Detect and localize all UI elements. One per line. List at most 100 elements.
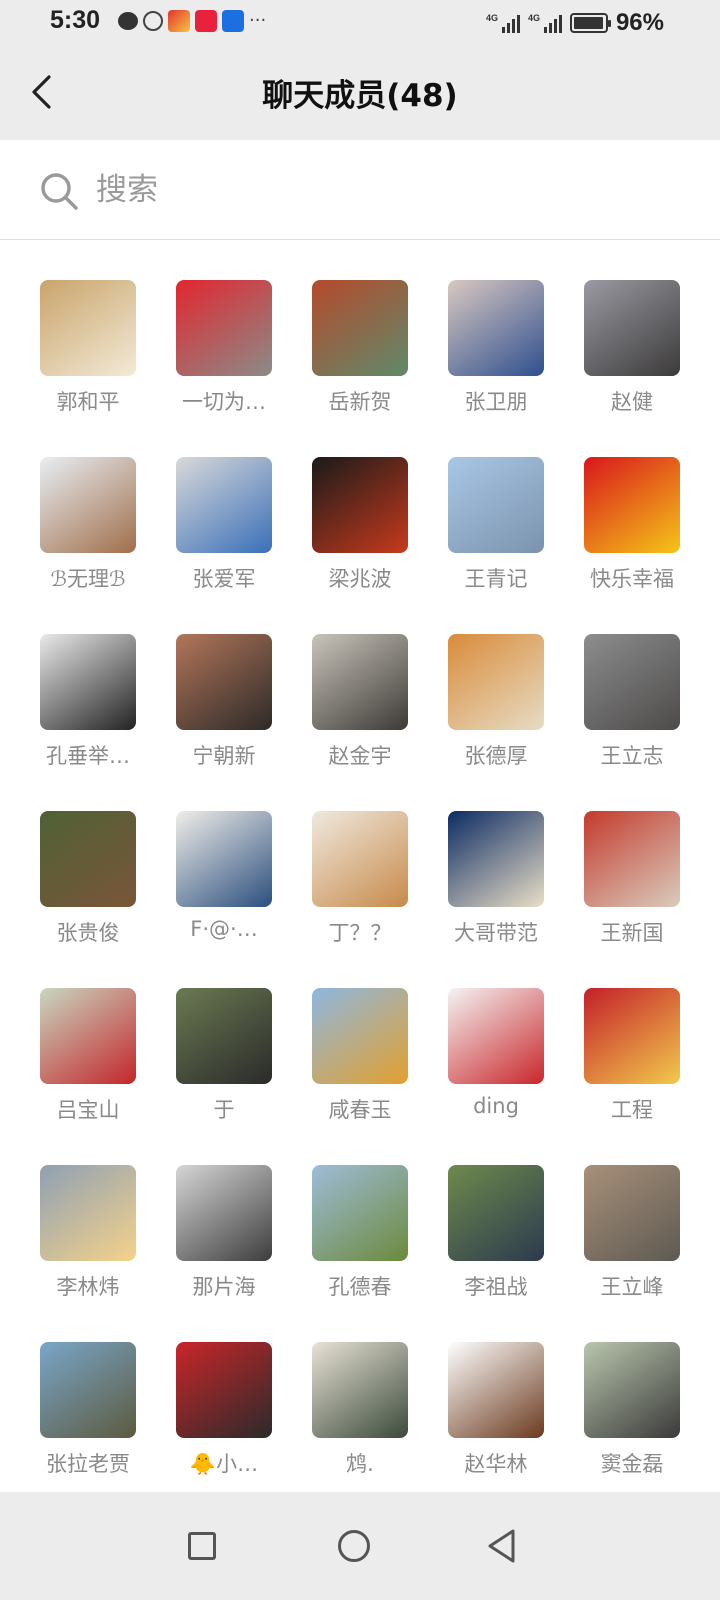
- member-name: 张德厚: [464, 744, 528, 768]
- avatar: [448, 634, 544, 730]
- avatar: [176, 457, 272, 553]
- member-item[interactable]: 王新国: [564, 811, 700, 988]
- avatar: [312, 280, 408, 376]
- member-name: 那片海: [192, 1275, 256, 1299]
- status-time: 5:30: [50, 6, 101, 34]
- avatar: [448, 1165, 544, 1261]
- member-name: 王立志: [600, 744, 664, 768]
- avatar: [176, 280, 272, 376]
- member-name: 李林炜: [56, 1275, 120, 1299]
- member-name: 大哥带范: [454, 921, 538, 945]
- avatar: [448, 1342, 544, 1438]
- avatar: [176, 634, 272, 730]
- member-item[interactable]: 张德厚: [428, 634, 564, 811]
- avatar: [40, 1342, 136, 1438]
- member-name: 咸春玉: [328, 1098, 392, 1122]
- avatar: [312, 811, 408, 907]
- battery-fill: [573, 17, 603, 29]
- avatar: [40, 457, 136, 553]
- signal-icon: 4G: [528, 13, 562, 33]
- member-name: 张拉老贾: [46, 1452, 130, 1476]
- member-item[interactable]: 张贵俊: [20, 811, 156, 988]
- avatar: [448, 811, 544, 907]
- member-item[interactable]: 宁朝新: [156, 634, 292, 811]
- triangle-back-icon: [488, 1529, 515, 1563]
- member-name: 鸩.: [346, 1452, 374, 1476]
- member-item[interactable]: 吕宝山: [20, 988, 156, 1165]
- member-name: 张卫朋: [464, 390, 528, 414]
- member-name: 赵金宇: [328, 744, 392, 768]
- member-name: 🐥小…: [189, 1452, 259, 1476]
- member-name: 王新国: [600, 921, 664, 945]
- status-bar: 5:30 ··· 4G 4G 96%: [0, 0, 720, 44]
- member-item[interactable]: 王立峰: [564, 1165, 700, 1342]
- member-name: 吕宝山: [56, 1098, 120, 1122]
- member-name: 于: [213, 1098, 235, 1122]
- recent-apps-button[interactable]: [170, 1514, 234, 1578]
- avatar: [584, 457, 680, 553]
- avatar: [312, 634, 408, 730]
- avatar: [176, 811, 272, 907]
- member-name: 宁朝新: [192, 744, 256, 768]
- avatar: [176, 1165, 272, 1261]
- member-name: 张爱军: [192, 567, 256, 591]
- loading-ring-icon: [143, 11, 163, 31]
- member-item[interactable]: 孔德春: [292, 1165, 428, 1342]
- member-item[interactable]: 那片海: [156, 1165, 292, 1342]
- member-name: 赵华林: [464, 1452, 528, 1476]
- avatar: [448, 988, 544, 1084]
- member-item[interactable]: ding: [428, 988, 564, 1165]
- member-item[interactable]: F·@·…: [156, 811, 292, 988]
- avatar: [312, 988, 408, 1084]
- avatar: [176, 988, 272, 1084]
- member-item[interactable]: 赵金宇: [292, 634, 428, 811]
- back-nav-button[interactable]: [470, 1514, 534, 1578]
- avatar: [584, 1342, 680, 1438]
- member-item[interactable]: 李林炜: [20, 1165, 156, 1342]
- avatar: [40, 280, 136, 376]
- avatar: [40, 634, 136, 730]
- member-name: 王青记: [464, 567, 528, 591]
- member-item[interactable]: 一切为…: [156, 280, 292, 457]
- member-item[interactable]: 孔垂举…: [20, 634, 156, 811]
- avatar: [584, 1165, 680, 1261]
- avatar: [40, 811, 136, 907]
- avatar: [584, 634, 680, 730]
- home-button[interactable]: [322, 1514, 386, 1578]
- nav-header: 聊天成员(48): [0, 44, 720, 140]
- avatar: [312, 1342, 408, 1438]
- member-item[interactable]: 岳新贺: [292, 280, 428, 457]
- member-item[interactable]: 快乐幸福: [564, 457, 700, 634]
- member-item[interactable]: ℬ无理ℬ: [20, 457, 156, 634]
- member-item[interactable]: 于: [156, 988, 292, 1165]
- member-item[interactable]: 丁？？: [292, 811, 428, 988]
- avatar: [584, 280, 680, 376]
- member-item[interactable]: 大哥带范: [428, 811, 564, 988]
- avatar: [40, 988, 136, 1084]
- member-item[interactable]: 郭和平: [20, 280, 156, 457]
- member-item[interactable]: 王立志: [564, 634, 700, 811]
- search-icon: [41, 173, 78, 210]
- member-item[interactable]: 赵健: [564, 280, 700, 457]
- square-icon: [188, 1532, 216, 1560]
- avatar: [40, 1165, 136, 1261]
- battery-icon: [569, 13, 611, 33]
- member-item[interactable]: 王青记: [428, 457, 564, 634]
- member-name: 丁？？: [328, 921, 392, 945]
- member-item[interactable]: 李祖战: [428, 1165, 564, 1342]
- search-bar: [0, 140, 720, 240]
- search-input[interactable]: [96, 164, 676, 216]
- member-item[interactable]: 张卫朋: [428, 280, 564, 457]
- member-name: 郭和平: [56, 390, 120, 414]
- more-notifications-icon: ···: [249, 10, 267, 31]
- member-name: 孔垂举…: [46, 744, 130, 768]
- member-item[interactable]: 梁兆波: [292, 457, 428, 634]
- member-name: 一切为…: [182, 390, 266, 414]
- member-item[interactable]: 工程: [564, 988, 700, 1165]
- member-item[interactable]: 张爱军: [156, 457, 292, 634]
- member-name: ℬ无理ℬ: [50, 567, 126, 591]
- app-notification-icon: [168, 10, 190, 32]
- battery-percentage: 96%: [615, 9, 664, 36]
- member-item[interactable]: 咸春玉: [292, 988, 428, 1165]
- app-notification-icon: [195, 10, 217, 32]
